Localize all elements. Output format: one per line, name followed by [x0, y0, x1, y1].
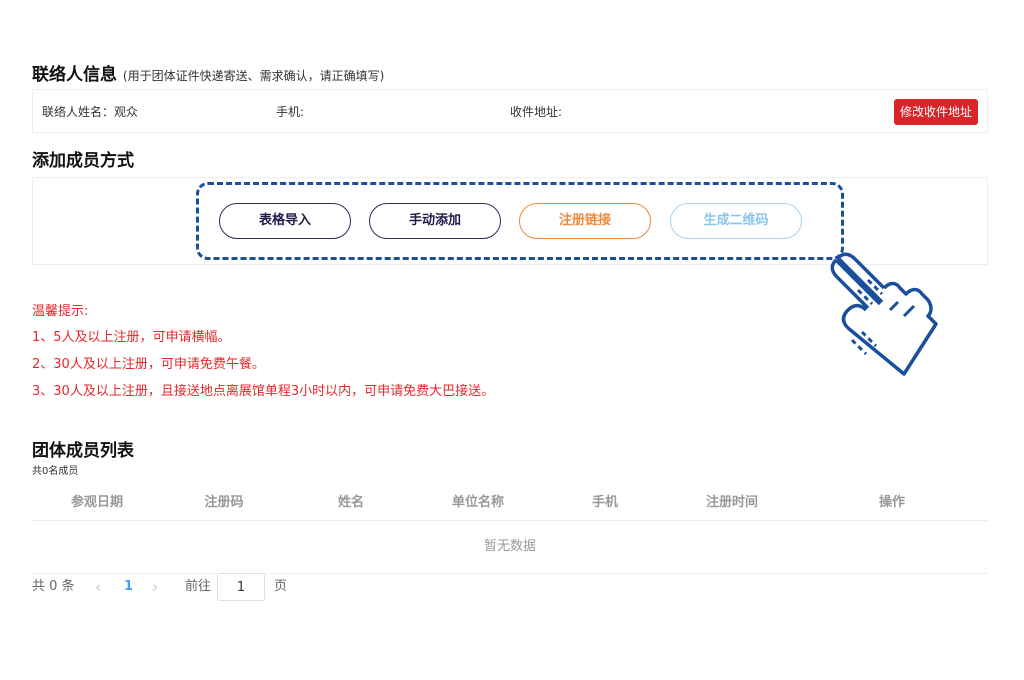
contact-note: (用于团体证件快递寄送、需求确认，请正确填写) [122, 69, 385, 83]
edit-address-button[interactable]: 修改收件地址 [893, 99, 978, 125]
contact-name-field: 联络人姓名：观众 [42, 105, 139, 119]
next-page-button[interactable]: › [152, 573, 158, 601]
contact-title: 联络人信息 [32, 65, 117, 85]
goto-label: 前往 [185, 579, 212, 594]
column-phone[interactable]: 手机 [592, 488, 618, 518]
member-list-title: 团体成员列表 [32, 441, 134, 461]
column-register-time[interactable]: 注册时间 [706, 488, 758, 518]
tips-heading: 温馨提示: [32, 304, 89, 319]
empty-text: 暂无数据 [483, 539, 536, 554]
member-count: 共0名成员 [32, 466, 79, 477]
column-actions[interactable]: 操作 [879, 488, 905, 518]
hand-pointer-icon [830, 252, 938, 376]
contact-address-field: 收件地址: [510, 105, 563, 119]
contact-info-row: 联络人姓名：观众 手机: 收件地址: 修改收件地址 [32, 89, 988, 133]
pagination-total: 共 0 条 [32, 579, 75, 594]
member-table-header: 参观日期 注册码 姓名 单位名称 手机 注册时间 操作 [32, 488, 988, 521]
column-company[interactable]: 单位名称 [452, 488, 504, 518]
add-method-title: 添加成员方式 [32, 151, 134, 171]
tip-item-3: 3、30人及以上注册，且接送地点离展馆单程3小时以内，可申请免费大巴接送。 [32, 384, 495, 399]
contact-section-title: 联络人信息 (用于团体证件快递寄送、需求确认，请正确填写) [32, 60, 384, 85]
prev-page-button[interactable]: ‹ [95, 573, 101, 601]
register-link-button[interactable]: 注册链接 [519, 203, 651, 239]
column-register-code[interactable]: 注册码 [204, 488, 243, 518]
manual-add-button[interactable]: 手动添加 [369, 203, 501, 239]
goto-page-input[interactable] [217, 573, 265, 601]
table-empty-row: 暂无数据 [32, 521, 988, 574]
tip-item-2: 2、30人及以上注册，可申请免费午餐。 [32, 357, 265, 372]
import-table-button[interactable]: 表格导入 [219, 203, 351, 239]
column-visit-date[interactable]: 参观日期 [71, 488, 123, 518]
contact-phone-field: 手机: [276, 105, 305, 119]
generate-qrcode-button[interactable]: 生成二维码 [670, 203, 802, 239]
page-suffix: 页 [274, 579, 288, 594]
tip-item-1: 1、5人及以上注册，可申请横幅。 [32, 330, 231, 345]
column-name[interactable]: 姓名 [338, 488, 364, 518]
current-page-number[interactable]: 1 [124, 573, 133, 601]
